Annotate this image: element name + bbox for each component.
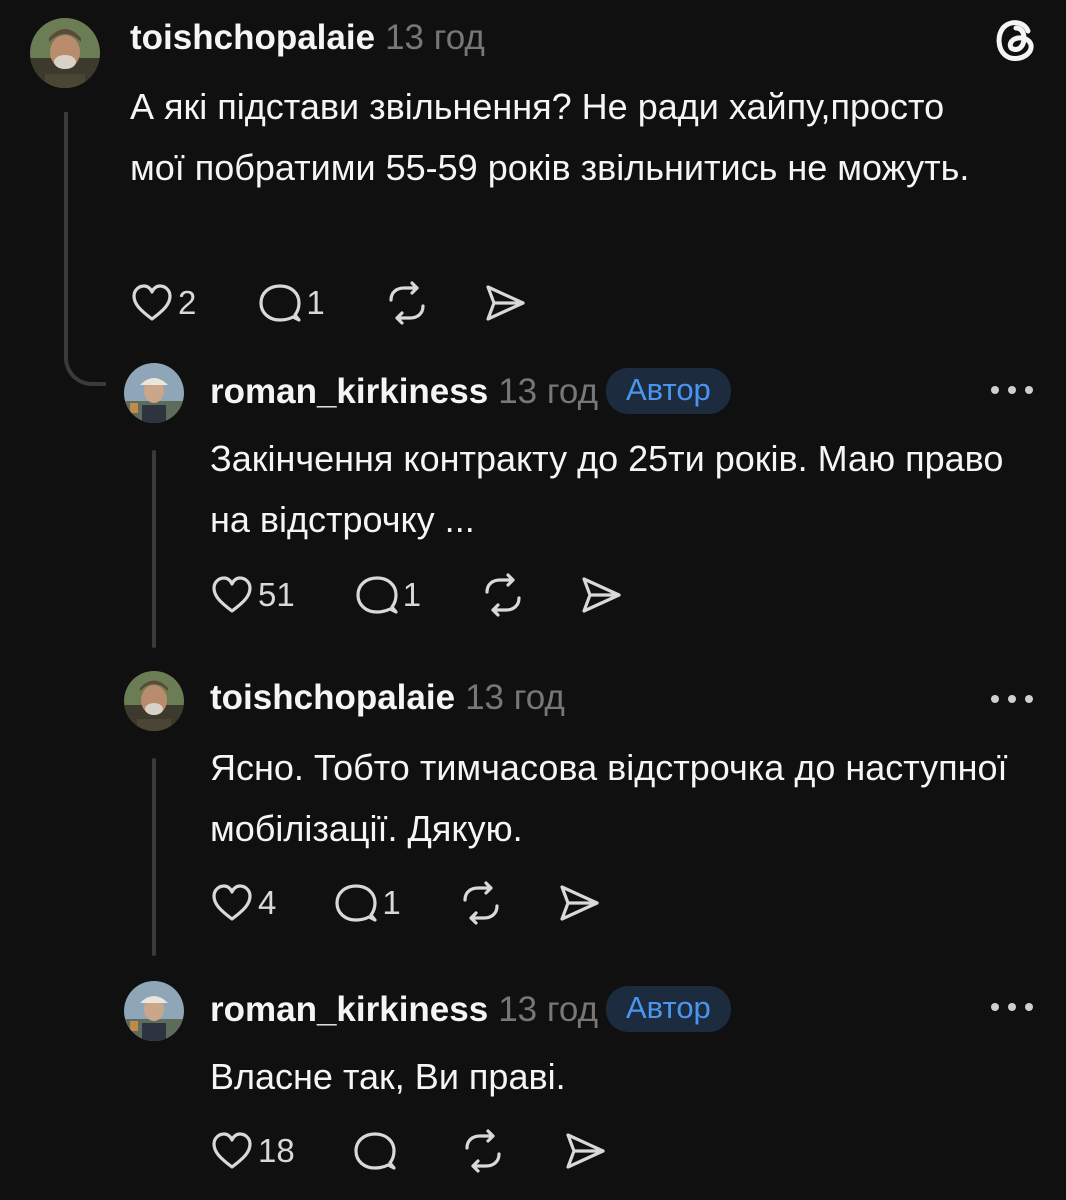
- post-header: roman_kirkiness 13 год Автор: [210, 986, 731, 1032]
- like-button[interactable]: 51: [210, 575, 295, 615]
- timestamp: 13 год: [498, 990, 598, 1029]
- timestamp: 13 год: [465, 678, 565, 717]
- more-options-button[interactable]: [990, 691, 1034, 709]
- repost-button[interactable]: [459, 1129, 507, 1173]
- share-button[interactable]: [579, 574, 623, 616]
- repost-icon: [383, 281, 431, 325]
- post-text: Власне так, Ви праві.: [210, 1056, 566, 1097]
- repost-icon: [457, 881, 505, 925]
- post-header: toishchopalaie 13 год: [130, 18, 485, 58]
- share-button[interactable]: [557, 882, 601, 924]
- author-badge: Автор: [606, 986, 731, 1032]
- author-badge: Автор: [606, 368, 731, 414]
- share-icon: [557, 882, 601, 924]
- reply-post: roman_kirkiness 13 год Автор Закінчення ко…: [0, 356, 1066, 656]
- heart-icon: [210, 883, 254, 923]
- avatar[interactable]: [124, 671, 184, 731]
- repost-icon: [459, 1129, 507, 1173]
- comment-post: toishchopalaie 13 год А які підстави звіл…: [0, 0, 1066, 386]
- more-options-button[interactable]: [990, 999, 1034, 1017]
- post-text: А які підстави звільнення? Не ради хайпу…: [130, 86, 970, 188]
- reply-count: 1: [306, 284, 325, 321]
- comment-icon: [334, 882, 378, 924]
- heart-icon: [210, 575, 254, 615]
- comment-icon: [355, 574, 399, 616]
- reply-button[interactable]: [353, 1130, 401, 1172]
- reply-post: roman_kirkiness 13 год Автор Власне так, В…: [0, 974, 1066, 1200]
- action-bar: 18: [210, 1126, 607, 1176]
- action-bar: 4 1: [210, 878, 601, 928]
- like-count: 51: [258, 576, 295, 613]
- timestamp: 13 год: [385, 18, 485, 57]
- action-bar: 2 1: [130, 278, 527, 328]
- like-count: 4: [258, 884, 277, 921]
- post-header: roman_kirkiness 13 год Автор: [210, 368, 731, 414]
- username[interactable]: toishchopalaie: [210, 678, 455, 717]
- post-text: Ясно. Тобто тимчасова відстрочка до наст…: [210, 747, 1008, 849]
- more-icon: [991, 386, 1033, 394]
- repost-button[interactable]: [457, 881, 505, 925]
- timestamp: 13 год: [498, 372, 598, 411]
- reply-count: 1: [402, 576, 422, 613]
- reply-button[interactable]: 1: [334, 882, 401, 924]
- repost-icon: [479, 573, 527, 617]
- more-options-button[interactable]: [990, 382, 1034, 400]
- share-button[interactable]: [563, 1130, 607, 1172]
- repost-button[interactable]: [383, 281, 431, 325]
- username[interactable]: roman_kirkiness: [210, 990, 488, 1029]
- reply-button[interactable]: 1: [258, 282, 325, 324]
- comment-icon: [353, 1130, 397, 1172]
- avatar[interactable]: [124, 363, 184, 423]
- reply-button[interactable]: 1: [355, 574, 421, 616]
- thread-line: [152, 758, 156, 956]
- share-icon: [579, 574, 623, 616]
- post-header: toishchopalaie 13 год: [210, 678, 565, 718]
- username[interactable]: toishchopalaie: [130, 18, 375, 57]
- username[interactable]: roman_kirkiness: [210, 372, 488, 411]
- thread-line: [152, 450, 156, 648]
- like-count: 18: [258, 1132, 295, 1169]
- more-icon: [991, 695, 1033, 703]
- avatar[interactable]: [30, 18, 100, 88]
- avatar[interactable]: [124, 981, 184, 1041]
- share-icon: [483, 282, 527, 324]
- repost-button[interactable]: [479, 573, 527, 617]
- like-button[interactable]: 4: [210, 883, 276, 923]
- share-button[interactable]: [483, 282, 527, 324]
- heart-icon: [210, 1131, 254, 1171]
- share-icon: [563, 1130, 607, 1172]
- like-button[interactable]: 18: [210, 1131, 295, 1171]
- like-count: 2: [178, 284, 197, 321]
- reply-post: toishchopalaie 13 год Ясно. Тобто тимчасо…: [0, 666, 1066, 966]
- threads-logo-icon[interactable]: [994, 16, 1038, 67]
- action-bar: 51 1: [210, 570, 623, 620]
- post-text: Закінчення контракту до 25ти років. Маю …: [210, 438, 1004, 540]
- heart-icon: [130, 283, 174, 323]
- comment-icon: [258, 282, 302, 324]
- more-icon: [991, 1003, 1033, 1011]
- reply-count: 1: [382, 884, 401, 921]
- like-button[interactable]: 2: [130, 283, 196, 323]
- thread-connector: [64, 112, 106, 386]
